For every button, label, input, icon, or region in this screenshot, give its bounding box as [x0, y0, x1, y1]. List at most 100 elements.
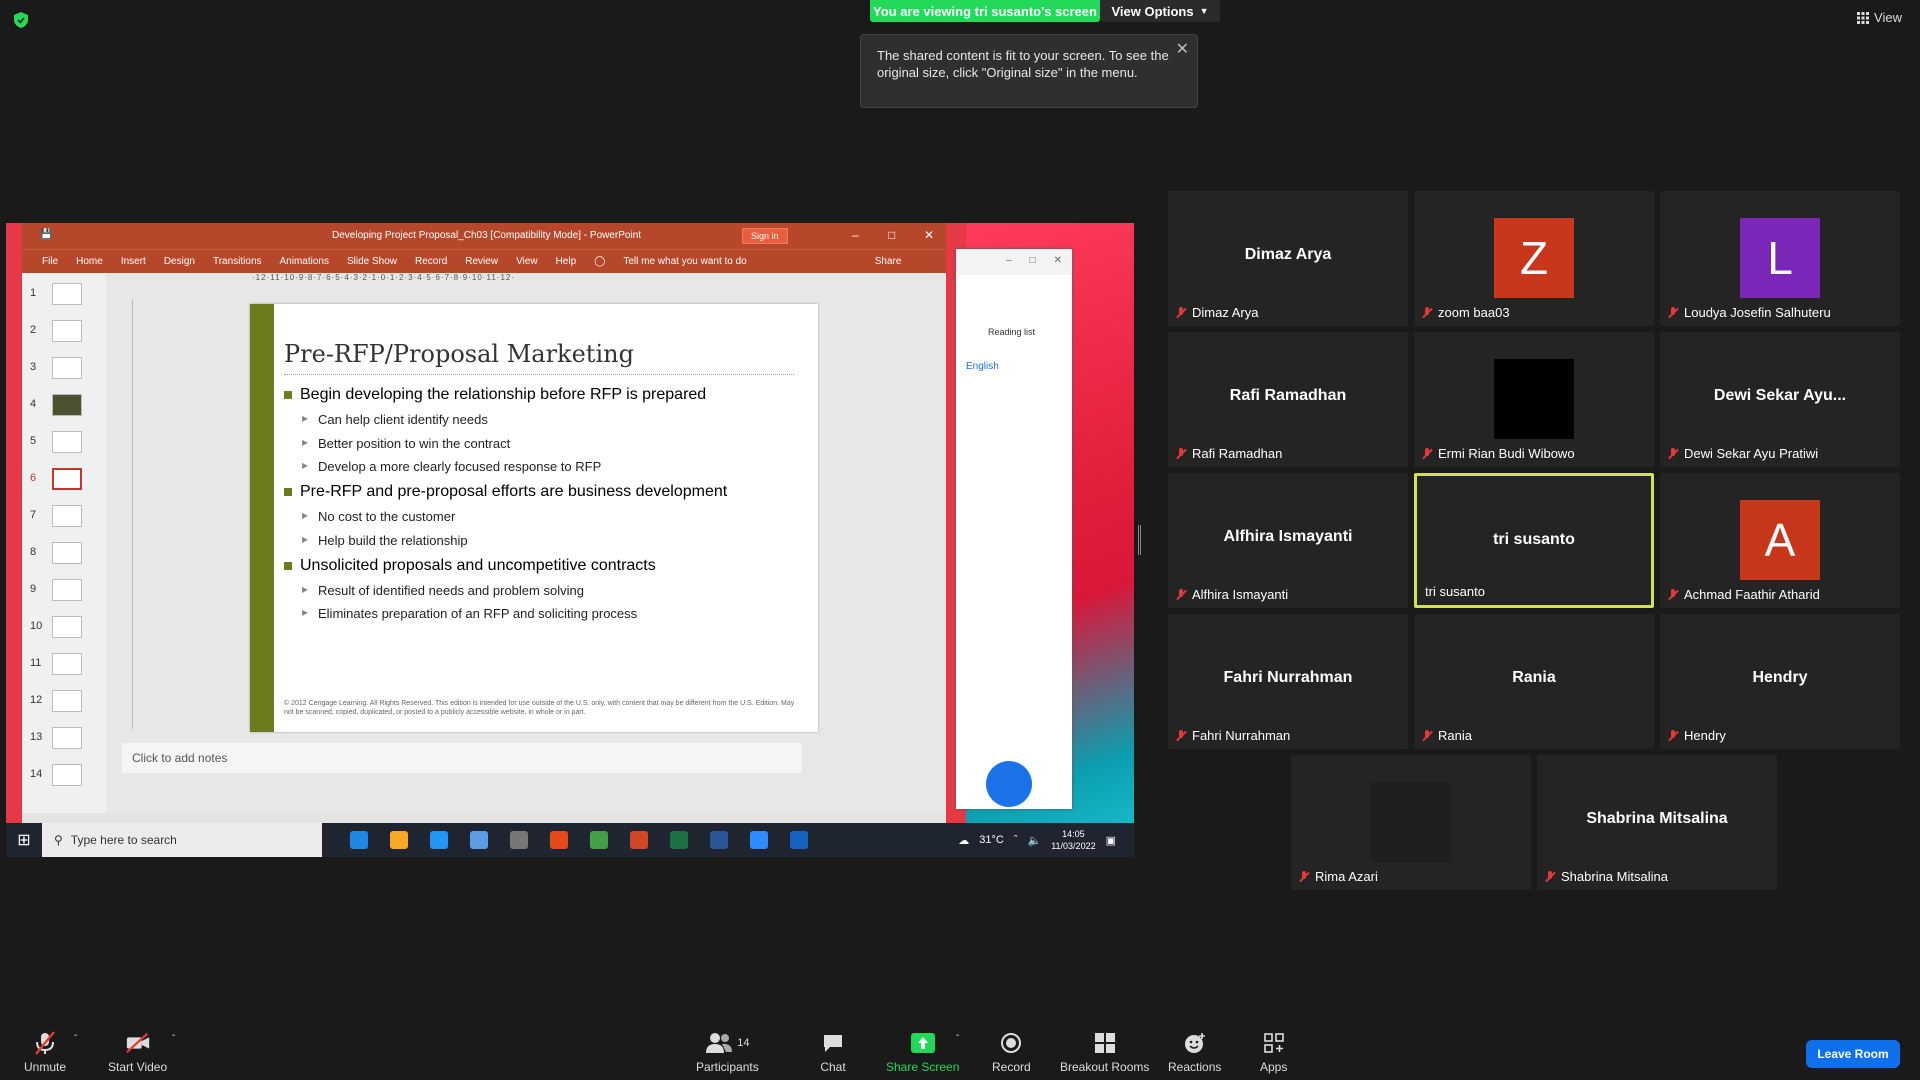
chat-button[interactable]: Chat [820, 1030, 846, 1074]
slide-thumb[interactable]: 13 [22, 725, 106, 755]
taskbar-clock[interactable]: 14:05 11/03/2022 [1051, 828, 1095, 852]
ribbon-view[interactable]: View [516, 256, 538, 267]
ribbon-design[interactable]: Design [164, 256, 195, 267]
ribbon-insert[interactable]: Insert [121, 256, 146, 267]
weather-icon[interactable]: ☁ [958, 834, 969, 847]
participant-name: Achmad Faathir Atharid [1684, 587, 1820, 602]
participant-tile[interactable]: Rafi Ramadhan Rafi Ramadhan [1168, 332, 1408, 467]
participant-tile[interactable]: L Loudya Josefin Salhuteru [1660, 191, 1900, 326]
apps-button[interactable]: Apps [1260, 1030, 1287, 1074]
participant-tile[interactable]: Rima Azari [1291, 755, 1531, 890]
participant-tile[interactable]: Fahri Nurrahman Fahri Nurrahman [1168, 614, 1408, 749]
participant-tile[interactable]: Dewi Sekar Ayu... Dewi Sekar Ayu Pratiwi [1660, 332, 1900, 467]
split-handle[interactable] [1138, 525, 1141, 555]
share-screen-button[interactable]: Share Screen [886, 1030, 959, 1074]
participant-avatar: Z [1494, 218, 1574, 298]
share-options-caret-icon[interactable]: ˆ [956, 1034, 959, 1045]
ribbon-help[interactable]: Help [556, 256, 577, 267]
sign-in-button[interactable]: Sign in [742, 228, 788, 244]
participant-tile[interactable]: Shabrina Mitsalina Shabrina Mitsalina [1537, 755, 1777, 890]
participant-tile[interactable]: Dimaz Arya Dimaz Arya [1168, 191, 1408, 326]
microphone-muted-icon [1668, 588, 1678, 601]
participant-name: Fahri Nurrahman [1192, 728, 1291, 743]
speaker-icon[interactable]: 🔈 [1028, 834, 1042, 847]
close-window-icon[interactable]: ✕ [924, 228, 934, 242]
slide-thumb[interactable]: 9 [22, 577, 106, 607]
tell-me-search[interactable]: Tell me what you want to do [623, 256, 746, 267]
ribbon-animations[interactable]: Animations [280, 256, 329, 267]
ribbon-review[interactable]: Review [465, 256, 498, 267]
slide-thumb[interactable]: 4 [22, 392, 106, 422]
record-button[interactable]: Record [992, 1030, 1031, 1074]
chat-bubble-icon[interactable] [986, 761, 1032, 807]
office-icon[interactable] [550, 831, 568, 849]
close-window-icon[interactable]: ✕ [1054, 255, 1062, 269]
participant-tile[interactable]: Zzoom baa03 [1414, 191, 1654, 326]
app-icon[interactable] [510, 831, 528, 849]
participant-name-label: Loudya Josefin Salhuteru [1668, 305, 1831, 320]
notes-pane[interactable]: Click to add notes [122, 743, 802, 773]
participant-tile[interactable]: tri susanto tri susanto [1414, 473, 1654, 608]
maximize-icon[interactable]: □ [1030, 255, 1036, 269]
participant-tile[interactable]: Hendry Hendry [1660, 614, 1900, 749]
mail-icon[interactable] [430, 831, 448, 849]
participants-button[interactable]: 14 Participants [696, 1030, 759, 1074]
participant-tile[interactable]: A Achmad Faathir Atharid [1660, 473, 1900, 608]
video-options-caret-icon[interactable]: ˆ [172, 1034, 175, 1045]
share-button[interactable]: Share [875, 256, 902, 267]
tray-chevron-icon[interactable]: ˆ [1014, 834, 1018, 846]
close-icon[interactable]: ✕ [1176, 41, 1189, 58]
chrome-icon[interactable] [590, 831, 608, 849]
ribbon-home[interactable]: Home [76, 256, 103, 267]
powerpoint-icon[interactable] [630, 831, 648, 849]
maximize-icon[interactable]: □ [888, 228, 895, 242]
participant-tile[interactable]: Ermi Rian Budi Wibowo [1414, 332, 1654, 467]
slide-title: Pre-RFP/Proposal Marketing [284, 340, 634, 368]
notifications-icon[interactable]: ▣ [1106, 834, 1116, 847]
ribbon-slide-show[interactable]: Slide Show [347, 256, 397, 267]
dropbox-icon[interactable] [470, 831, 488, 849]
leave-room-button[interactable]: Leave Room [1806, 1040, 1900, 1068]
ribbon-record[interactable]: Record [415, 256, 447, 267]
slide-thumb[interactable]: 10 [22, 614, 106, 644]
view-options-button[interactable]: View Options ▼ [1100, 0, 1220, 22]
ribbon-file[interactable]: File [42, 256, 58, 267]
windows-start-icon[interactable]: ⊞ [6, 823, 42, 857]
slide-thumb[interactable]: 3 [22, 355, 106, 385]
unmute-button[interactable]: Unmute [24, 1030, 66, 1074]
language-select[interactable]: English [966, 361, 999, 372]
edge-icon[interactable] [350, 831, 368, 849]
file-explorer-icon[interactable] [390, 831, 408, 849]
minimize-icon[interactable]: – [852, 228, 859, 242]
word-icon[interactable] [710, 831, 728, 849]
slide-thumb[interactable]: 5 [22, 429, 106, 459]
taskbar-search[interactable]: ⚲ Type here to search [42, 823, 322, 857]
slide-thumb-preview [52, 764, 82, 786]
save-icon[interactable]: 💾 [40, 229, 52, 240]
slide-thumb[interactable]: 8 [22, 540, 106, 570]
zoom-icon[interactable] [750, 831, 768, 849]
ribbon-transitions[interactable]: Transitions [213, 256, 262, 267]
gallery-view-button[interactable]: View [1857, 10, 1902, 25]
breakout-rooms-button[interactable]: Breakout Rooms [1060, 1030, 1149, 1074]
help-icon[interactable] [790, 831, 808, 849]
security-shield-icon[interactable] [14, 12, 28, 28]
slide-thumb[interactable]: 12 [22, 688, 106, 718]
reading-list-button[interactable]: Reading list [988, 327, 1035, 337]
slide-thumb[interactable]: 11 [22, 651, 106, 681]
audio-options-caret-icon[interactable]: ˆ [74, 1034, 77, 1045]
reactions-button[interactable]: Reactions [1168, 1030, 1221, 1074]
slide-canvas[interactable]: Pre-RFP/Proposal Marketing Begin develop… [250, 304, 818, 732]
slide-thumb-selected[interactable]: 6 [22, 466, 106, 496]
slide-number: 12 [30, 694, 43, 706]
start-video-button[interactable]: Start Video [108, 1030, 167, 1074]
slide-thumb[interactable]: 1 [22, 281, 106, 311]
record-icon [998, 1030, 1024, 1056]
slide-thumb[interactable]: 14 [22, 762, 106, 792]
slide-thumb[interactable]: 7 [22, 503, 106, 533]
slide-thumb[interactable]: 2 [22, 318, 106, 348]
participant-tile[interactable]: Alfhira Ismayanti Alfhira Ismayanti [1168, 473, 1408, 608]
participant-tile[interactable]: Rania Rania [1414, 614, 1654, 749]
minimize-icon[interactable]: – [1006, 255, 1012, 269]
excel-icon[interactable] [670, 831, 688, 849]
